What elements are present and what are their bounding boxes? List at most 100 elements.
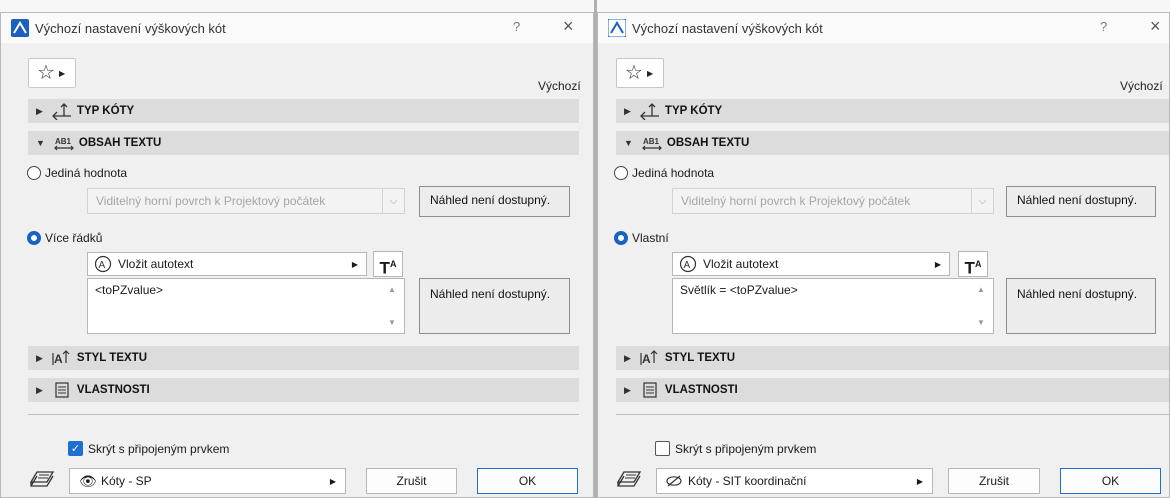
superscript-a: A bbox=[389, 259, 397, 269]
eye-icon: 👁 bbox=[79, 472, 97, 489]
radio-circle-selected bbox=[614, 231, 628, 245]
preview-text: Náhled není dostupný. bbox=[1017, 193, 1138, 207]
textarea-scrollbar[interactable]: ▲ ▼ bbox=[382, 279, 404, 333]
scroll-up-icon[interactable]: ▲ bbox=[388, 285, 396, 294]
chevron-right-icon: ▶ bbox=[351, 259, 358, 269]
background-strip bbox=[0, 0, 1170, 12]
hidden-eye-glyph bbox=[666, 475, 682, 487]
cancel-button[interactable]: Zrušit bbox=[948, 468, 1040, 494]
favorites-button[interactable]: ☆ ▶ bbox=[616, 58, 664, 88]
text-format-button[interactable]: TA bbox=[958, 251, 988, 278]
preview-text: Náhled není dostupný. bbox=[430, 287, 551, 301]
preview-multi: Náhled není dostupný. bbox=[419, 278, 570, 334]
panel-label: TYP KÓTY bbox=[76, 105, 135, 117]
checkbox-label: Skrýt s připojeným prvkem bbox=[88, 441, 230, 456]
hide-with-linked-element[interactable]: ✓ Skrýt s připojeným prvkem bbox=[68, 441, 229, 456]
panel-typ-koty[interactable]: ▶ TYP KÓTY bbox=[616, 99, 1169, 123]
layer-select[interactable]: 👁 Kóty - SP ▶ bbox=[69, 468, 346, 494]
combo-value: Viditelný horní povrch k Projektový počá… bbox=[96, 194, 326, 208]
svg-text:AB1: AB1 bbox=[55, 137, 72, 146]
dialog-right: Výchozí nastavení výškových kót ? × ☆ ▶ … bbox=[597, 12, 1170, 498]
panel-vlastnosti[interactable]: ▶ VLASTNOSTI bbox=[616, 378, 1169, 402]
title-bar[interactable]: Výchozí nastavení výškových kót ? × bbox=[598, 13, 1169, 43]
dialog-title: Výchozí nastavení výškových kót bbox=[35, 20, 226, 36]
custom-text-area[interactable]: <toPZvalue> ▲ ▼ bbox=[87, 278, 405, 334]
panel-obsah-textu[interactable]: ▼ AB1 OBSAH TEXTU bbox=[616, 131, 1169, 155]
panel-typ-koty[interactable]: ▶ TYP KÓTY bbox=[28, 99, 579, 123]
panel-label: STYL TEXTU bbox=[76, 352, 147, 364]
radio-label: Jediná hodnota bbox=[45, 166, 128, 180]
scroll-down-icon[interactable]: ▼ bbox=[977, 318, 985, 327]
radio-single-value[interactable]: Jediná hodnota bbox=[27, 166, 127, 180]
chevron-down-icon: ⌵ bbox=[971, 189, 993, 213]
chevron-right-icon: ▶ bbox=[646, 68, 654, 78]
close-button[interactable]: × bbox=[1150, 16, 1161, 37]
cancel-button[interactable]: Zrušit bbox=[366, 468, 457, 494]
svg-text:A: A bbox=[684, 260, 691, 271]
cancel-label: Zrušit bbox=[396, 474, 427, 488]
text-style-icon: A bbox=[52, 350, 70, 366]
app-icon bbox=[11, 19, 29, 37]
radio-label: Vlastní bbox=[632, 231, 669, 245]
panel-label: VLASTNOSTI bbox=[664, 384, 738, 396]
radio-circle bbox=[614, 166, 628, 180]
radio-circle-selected bbox=[27, 231, 41, 245]
text-content-icon: AB1 bbox=[54, 137, 74, 151]
scroll-down-icon[interactable]: ▼ bbox=[388, 318, 396, 327]
help-button[interactable]: ? bbox=[1100, 19, 1107, 34]
elevation-dimension-icon bbox=[52, 103, 71, 120]
combo-value: Viditelný horní povrch k Projektový počá… bbox=[681, 194, 911, 208]
close-button[interactable]: × bbox=[563, 16, 574, 37]
autotext-icon: A bbox=[679, 255, 697, 273]
hide-with-linked-element[interactable]: Skrýt s připojeným prvkem bbox=[655, 441, 816, 456]
properties-icon bbox=[55, 382, 69, 398]
divider bbox=[616, 414, 1169, 415]
help-button[interactable]: ? bbox=[513, 19, 520, 34]
app-icon bbox=[608, 19, 626, 37]
radio-circle bbox=[27, 166, 41, 180]
layer-select[interactable]: Kóty - SIT koordinační ▶ bbox=[656, 468, 933, 494]
textarea-scrollbar[interactable]: ▲ ▼ bbox=[971, 279, 993, 333]
panel-vlastnosti[interactable]: ▶ VLASTNOSTI bbox=[28, 378, 579, 402]
ok-label: OK bbox=[518, 474, 537, 488]
favorites-button[interactable]: ☆ ▶ bbox=[28, 58, 76, 88]
single-value-combo: Viditelný horní povrch k Projektový počá… bbox=[87, 188, 405, 214]
hidden-eye-icon bbox=[666, 475, 682, 487]
panel-label: STYL TEXTU bbox=[664, 352, 735, 364]
expand-icon: ▶ bbox=[624, 352, 631, 363]
insert-autotext-button[interactable]: A Vložit autotext ▶ bbox=[87, 252, 367, 276]
preview-single: Náhled není dostupný. bbox=[419, 186, 570, 217]
text-format-button[interactable]: TA bbox=[373, 251, 403, 278]
ok-button[interactable]: OK bbox=[477, 468, 578, 494]
star-icon: ☆ bbox=[37, 62, 55, 84]
insert-autotext-button[interactable]: A Vložit autotext ▶ bbox=[672, 252, 950, 276]
title-bar[interactable]: Výchozí nastavení výškových kót ? × bbox=[1, 13, 593, 43]
panel-styl-textu[interactable]: ▶ A STYL TEXTU bbox=[28, 346, 579, 370]
text-content-icon: AB1 bbox=[642, 137, 662, 151]
panel-label: VLASTNOSTI bbox=[76, 384, 150, 396]
radio-multi-line[interactable]: Více řádků bbox=[27, 231, 102, 245]
scroll-up-icon[interactable]: ▲ bbox=[977, 285, 985, 294]
preview-text: Náhled není dostupný. bbox=[430, 193, 551, 207]
autotext-label: Vložit autotext bbox=[703, 257, 779, 271]
panel-styl-textu[interactable]: ▶ A STYL TEXTU bbox=[616, 346, 1169, 370]
radio-custom[interactable]: Vlastní bbox=[614, 231, 669, 245]
expand-icon: ▶ bbox=[36, 384, 43, 395]
preview-multi: Náhled není dostupný. bbox=[1006, 278, 1156, 334]
radio-label: Více řádků bbox=[45, 231, 103, 245]
cancel-label: Zrušit bbox=[979, 474, 1009, 488]
radio-single-value[interactable]: Jediná hodnota bbox=[614, 166, 714, 180]
ok-button[interactable]: OK bbox=[1060, 468, 1161, 494]
expand-icon: ▶ bbox=[36, 105, 43, 116]
chevron-right-icon: ▶ bbox=[934, 259, 941, 269]
elevation-dimension-icon bbox=[640, 103, 659, 120]
layer-name: Kóty - SIT koordinační bbox=[688, 474, 807, 488]
radio-label: Jediná hodnota bbox=[632, 166, 715, 180]
properties-icon bbox=[643, 382, 657, 398]
custom-text-area[interactable]: Světlík = <toPZvalue> ▲ ▼ bbox=[672, 278, 994, 334]
preview-text: Náhled není dostupný. bbox=[1017, 287, 1138, 301]
star-icon: ☆ bbox=[625, 62, 643, 84]
checkbox-label: Skrýt s připojeným prvkem bbox=[675, 441, 817, 456]
panel-label: TYP KÓTY bbox=[664, 105, 723, 117]
panel-obsah-textu[interactable]: ▼ AB1 OBSAH TEXTU bbox=[28, 131, 579, 155]
